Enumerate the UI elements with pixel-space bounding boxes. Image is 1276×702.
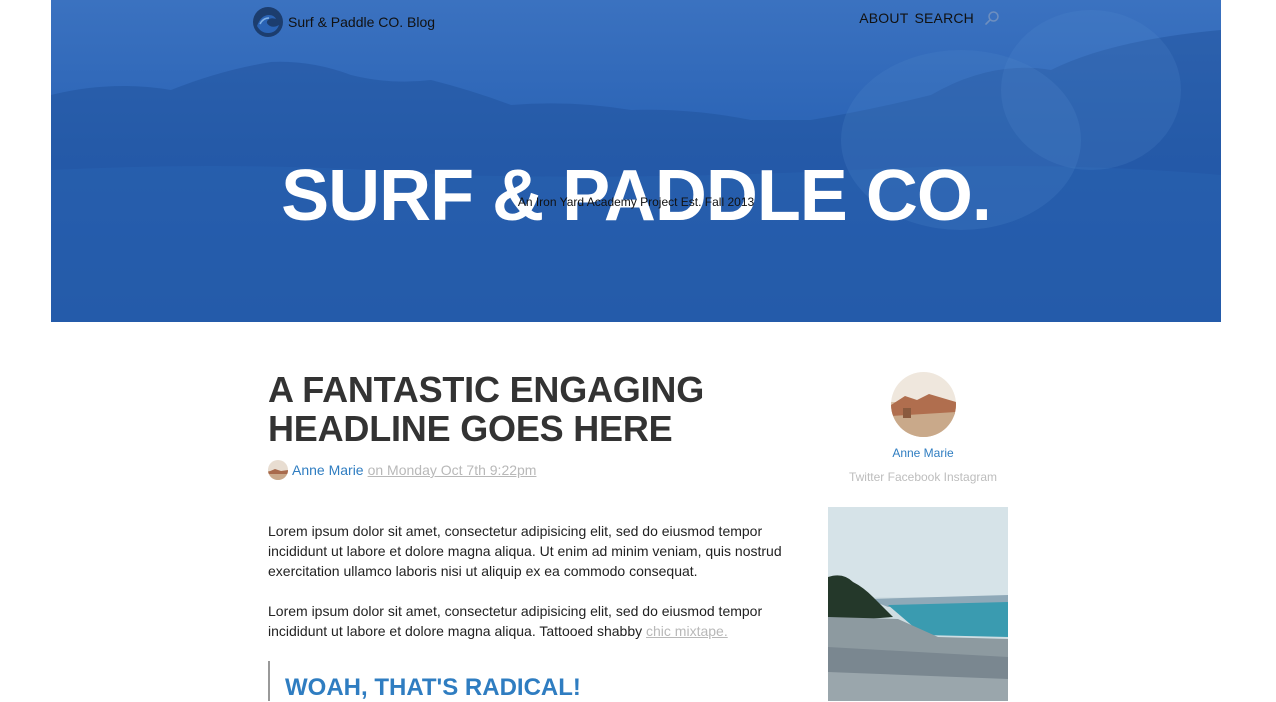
nav-about-link[interactable]: ABOUT bbox=[859, 10, 908, 26]
blog-post: A FANTASTIC ENGAGING HEADLINE GOES HERE … bbox=[268, 369, 793, 701]
brand-name: Surf & Paddle CO. Blog bbox=[288, 14, 436, 30]
top-nav: ABOUT SEARCH bbox=[859, 10, 1000, 26]
hero-banner: Surf & Paddle CO. Blog ABOUT SEARCH SURF… bbox=[51, 0, 1221, 322]
byline-avatar[interactable] bbox=[268, 460, 288, 480]
wave-logo-icon bbox=[253, 7, 283, 37]
site-brand[interactable]: Surf & Paddle CO. Blog bbox=[252, 6, 435, 38]
hero-subtitle: An Iron Yard Academy Project Est. Fall 2… bbox=[517, 195, 755, 209]
inline-link[interactable]: chic mixtape. bbox=[646, 623, 728, 639]
post-headline: A FANTASTIC ENGAGING HEADLINE GOES HERE bbox=[268, 369, 704, 449]
author-avatar[interactable] bbox=[891, 372, 956, 437]
search-icon[interactable] bbox=[984, 10, 1000, 26]
post-paragraph: Lorem ipsum dolor sit amet, consectetur … bbox=[268, 523, 782, 579]
pull-quote: WOAH, THAT'S RADICAL! bbox=[268, 661, 581, 701]
pull-quote-text: WOAH, THAT'S RADICAL! bbox=[285, 674, 581, 701]
post-date-link[interactable]: on Monday Oct 7th 9:22pm bbox=[368, 462, 537, 478]
social-links[interactable]: Twitter Facebook Instagram bbox=[828, 470, 1018, 484]
author-link[interactable]: Anne Marie bbox=[292, 462, 364, 478]
post-byline: Anne Marie on Monday Oct 7th 9:22pm bbox=[268, 460, 793, 480]
sidebar-author-name[interactable]: Anne Marie bbox=[828, 446, 1018, 460]
beach-photo bbox=[828, 507, 1008, 701]
nav-search-link[interactable]: SEARCH bbox=[914, 10, 974, 26]
post-paragraph: Lorem ipsum dolor sit amet, consectetur … bbox=[268, 601, 793, 641]
